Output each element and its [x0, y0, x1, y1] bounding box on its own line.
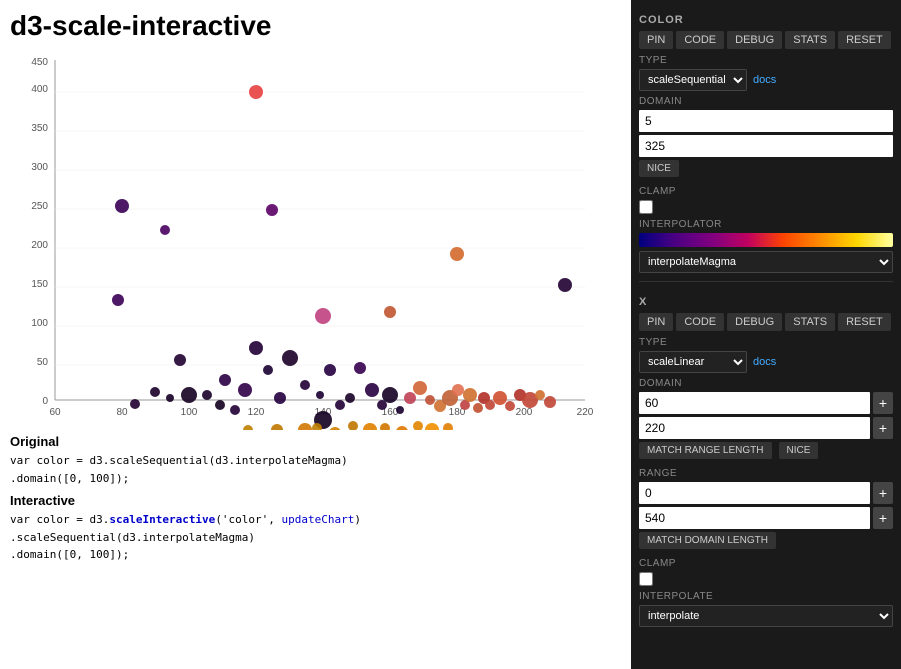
interactive-code-line1: var color = d3.scaleInteractive('color',…	[10, 511, 621, 529]
svg-text:300: 300	[31, 162, 48, 173]
color-clamp-checkbox[interactable]	[639, 200, 653, 214]
x-domain-label: DOMAIN	[639, 378, 893, 389]
svg-text:450: 450	[31, 57, 48, 68]
x-domain-max-row: +	[639, 417, 893, 439]
svg-text:400: 400	[31, 84, 48, 95]
x-pin-btn[interactable]: PIN	[639, 313, 673, 331]
color-stats-btn[interactable]: STATS	[785, 31, 835, 49]
x-clamp-row	[639, 572, 893, 586]
interactive-section: Interactive var color = d3.scaleInteract…	[10, 493, 621, 564]
color-domain-label: DOMAIN	[639, 96, 893, 107]
x-type-row: scaleLinear scaleSequential docs	[639, 351, 893, 373]
x-code-btn[interactable]: CODE	[676, 313, 724, 331]
right-panel: COLOR PIN CODE DEBUG STATS RESET TYPE sc…	[631, 0, 901, 669]
x-domain-min[interactable]	[639, 392, 870, 414]
x-interpolate-select[interactable]: interpolate interpolateRound	[639, 605, 893, 627]
x-domain-min-plus[interactable]: +	[873, 392, 893, 414]
x-match-range-btn[interactable]: MATCH RANGE LENGTH	[639, 442, 772, 459]
svg-text:80: 80	[116, 407, 128, 418]
svg-text:60: 60	[49, 407, 61, 418]
page-title: d3-scale-interactive	[10, 10, 621, 42]
x-range-max[interactable]	[639, 507, 870, 529]
original-code-line2: .domain([0, 100]);	[10, 470, 621, 488]
color-debug-btn[interactable]: DEBUG	[727, 31, 782, 49]
x-section: X PIN CODE DEBUG STATS RESET TYPE scaleL…	[639, 290, 893, 627]
x-nice-btn[interactable]: NICE	[779, 442, 819, 459]
svg-text:200: 200	[31, 240, 48, 251]
x-range-min-row: +	[639, 482, 893, 504]
svg-text:200: 200	[516, 407, 533, 418]
color-type-row: scaleSequential scaleLinear docs	[639, 69, 893, 91]
color-domain-max[interactable]	[639, 135, 893, 157]
original-code-line1: var color = d3.scaleSequential(d3.interp…	[10, 452, 621, 470]
x-clamp-checkbox[interactable]	[639, 572, 653, 586]
x-interpolate-row: interpolate interpolateRound	[639, 605, 893, 627]
scatter-chart: 0 50 100 150 200 250 300 350 400 450 60 …	[10, 50, 600, 430]
x-section-title: X	[639, 296, 893, 308]
original-code: var color = d3.scaleSequential(d3.interp…	[10, 452, 621, 487]
svg-text:250: 250	[31, 201, 48, 212]
svg-text:150: 150	[31, 279, 48, 290]
color-docs-link[interactable]: docs	[753, 74, 776, 86]
svg-text:120: 120	[248, 407, 265, 418]
svg-text:100: 100	[31, 318, 48, 329]
original-section: Original var color = d3.scaleSequential(…	[10, 434, 621, 487]
original-label: Original	[10, 434, 621, 449]
color-section: COLOR PIN CODE DEBUG STATS RESET TYPE sc…	[639, 8, 893, 273]
interactive-code: var color = d3.scaleInteractive('color',…	[10, 511, 621, 564]
interpolator-gradient	[639, 233, 893, 247]
x-btn-row: PIN CODE DEBUG STATS RESET	[639, 313, 893, 331]
x-domain-min-row: +	[639, 392, 893, 414]
color-clamp-label: CLAMP	[639, 186, 893, 197]
svg-text:350: 350	[31, 123, 48, 134]
interactive-code-line2: .scaleSequential(d3.interpolateMagma)	[10, 529, 621, 547]
interactive-label: Interactive	[10, 493, 621, 508]
svg-text:220: 220	[577, 407, 594, 418]
x-range-min-plus[interactable]: +	[873, 482, 893, 504]
color-section-title: COLOR	[639, 14, 893, 26]
x-stats-btn[interactable]: STATS	[785, 313, 835, 331]
x-interpolate-label: INTERPOLATE	[639, 591, 893, 602]
interactive-code-line3: .domain([0, 100]);	[10, 546, 621, 564]
x-type-label: TYPE	[639, 337, 893, 348]
left-panel: d3-scale-interactive 0 50 100 150 200 25…	[0, 0, 631, 669]
color-clamp-row	[639, 200, 893, 214]
color-type-select[interactable]: scaleSequential scaleLinear	[639, 69, 747, 91]
color-code-btn[interactable]: CODE	[676, 31, 724, 49]
x-debug-btn[interactable]: DEBUG	[727, 313, 782, 331]
x-range-label: RANGE	[639, 468, 893, 479]
color-interpolator-label: INTERPOLATOR	[639, 219, 893, 230]
color-reset-btn[interactable]: RESET	[838, 31, 891, 49]
color-domain-min[interactable]	[639, 110, 893, 132]
x-range-max-row: +	[639, 507, 893, 529]
chart-area: 0 50 100 150 200 250 300 350 400 450 60 …	[10, 50, 600, 430]
color-btn-row: PIN CODE DEBUG STATS RESET	[639, 31, 893, 49]
color-nice-btn[interactable]: NICE	[639, 160, 679, 177]
x-match-domain-btn[interactable]: MATCH DOMAIN LENGTH	[639, 532, 776, 549]
x-type-select[interactable]: scaleLinear scaleSequential	[639, 351, 747, 373]
svg-text:100: 100	[181, 407, 198, 418]
color-interpolator-select[interactable]: interpolateMagma interpolateViridis inte…	[639, 251, 893, 273]
svg-text:0: 0	[42, 396, 48, 407]
svg-text:50: 50	[37, 357, 49, 368]
color-type-label: TYPE	[639, 55, 893, 66]
x-range-max-plus[interactable]: +	[873, 507, 893, 529]
x-docs-link[interactable]: docs	[753, 356, 776, 368]
x-range-min[interactable]	[639, 482, 870, 504]
x-domain-max[interactable]	[639, 417, 870, 439]
x-domain-max-plus[interactable]: +	[873, 417, 893, 439]
color-pin-btn[interactable]: PIN	[639, 31, 673, 49]
x-reset-btn[interactable]: RESET	[838, 313, 891, 331]
x-clamp-label: CLAMP	[639, 558, 893, 569]
